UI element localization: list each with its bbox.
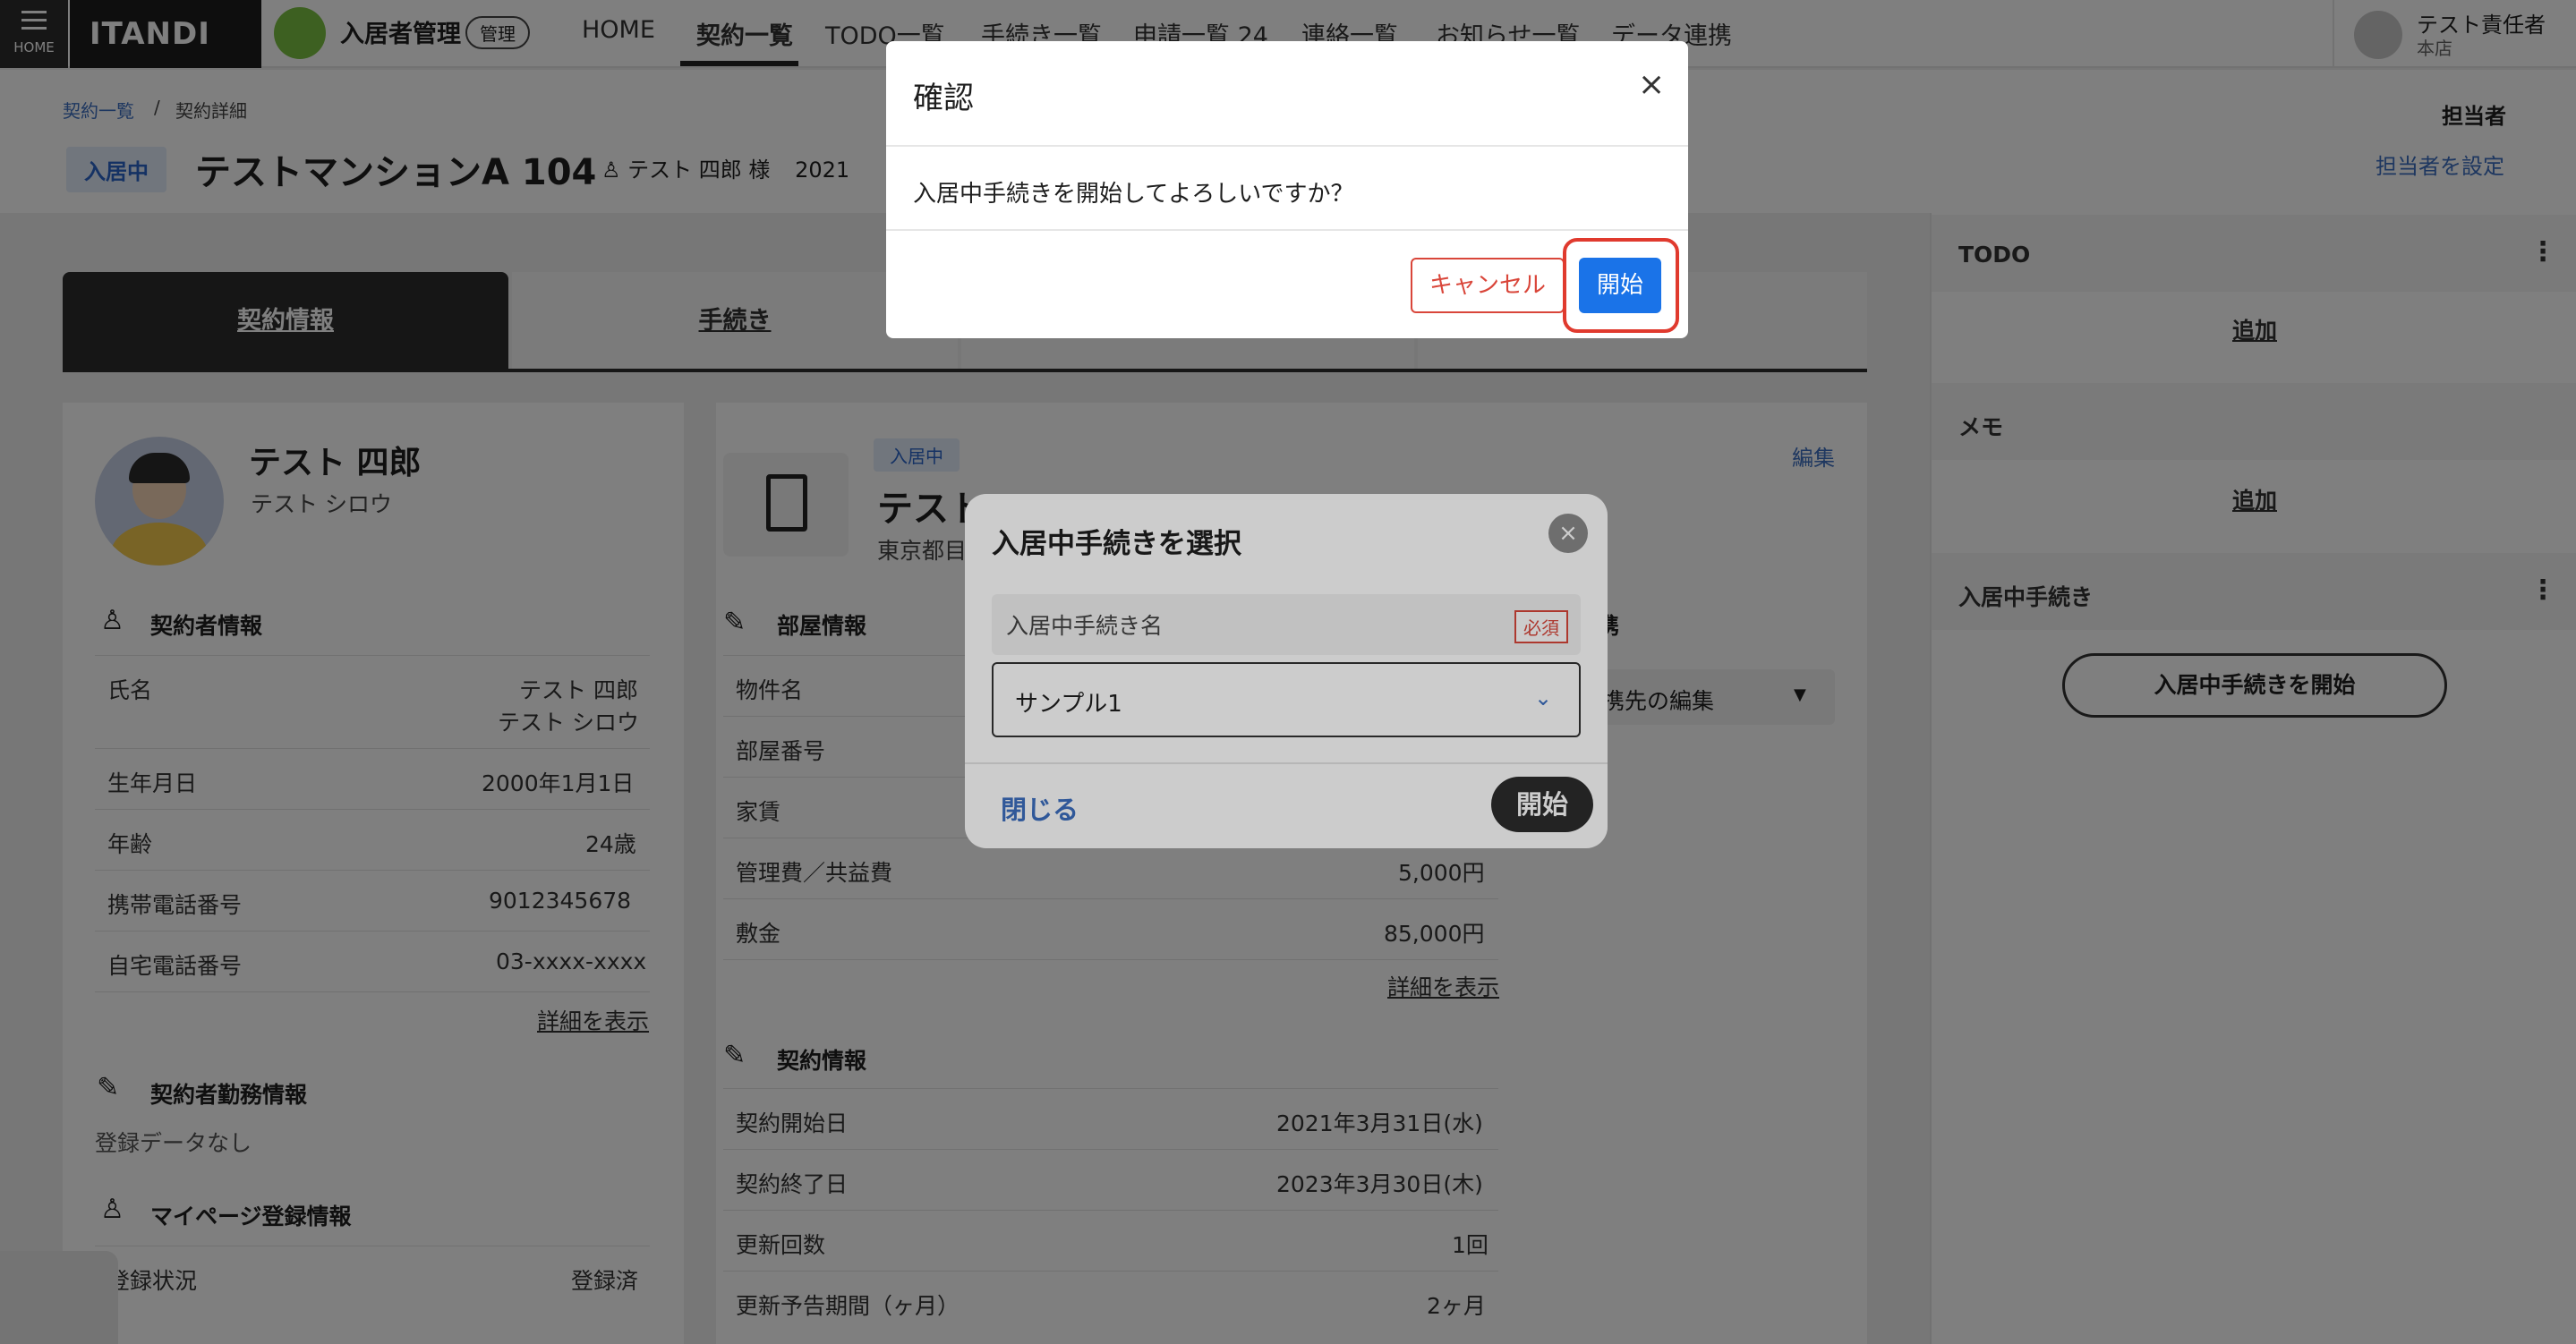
select-modal-dim — [965, 494, 1608, 848]
start-button-highlight — [1563, 238, 1679, 333]
close-icon[interactable]: × — [1638, 66, 1665, 103]
confirm-message: 入居中手続きを開始してよろしいですか？ — [913, 181, 1354, 208]
cancel-button[interactable]: キャンセル — [1411, 258, 1565, 313]
confirm-divider — [886, 229, 1688, 231]
confirm-title: 確認 — [913, 81, 974, 116]
confirm-divider — [886, 145, 1688, 147]
confirm-dialog: 確認 × 入居中手続きを開始してよろしいですか？ キャンセル 開始 — [886, 41, 1688, 338]
